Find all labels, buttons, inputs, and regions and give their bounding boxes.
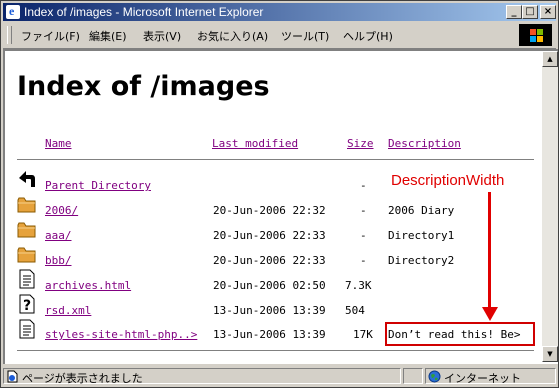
page-title: Index of /images	[17, 71, 270, 102]
row-description: 2006 Diary	[388, 204, 455, 217]
status-zone-cell: インターネット	[425, 368, 556, 385]
globe-icon	[428, 370, 441, 383]
scroll-up-arrow-icon[interactable]: ▲	[542, 51, 558, 67]
security-zone-label: インターネット	[444, 372, 521, 385]
windows-logo-icon	[519, 24, 552, 46]
row-description: Directory1	[388, 229, 455, 242]
header-divider	[17, 159, 534, 161]
unknown-file-icon: ?	[19, 294, 35, 314]
row-size: -	[360, 229, 367, 242]
menu-help[interactable]: ヘルプ(H)	[343, 28, 393, 44]
folder-icon	[17, 197, 36, 213]
footer-divider	[17, 350, 534, 352]
status-bar: ページが表示されました インターネット	[3, 366, 556, 386]
annotation-arrow-head	[482, 307, 498, 321]
text-file-icon	[19, 319, 35, 339]
column-header-size[interactable]: Size	[347, 137, 374, 150]
title-bar: e Index of /images - Microsoft Internet …	[3, 3, 556, 21]
row-name-link[interactable]: archives.html	[45, 279, 131, 292]
close-button[interactable]: ×	[540, 5, 556, 19]
row-name-link[interactable]: bbb/	[45, 254, 72, 267]
menu-tools[interactable]: ツール(T)	[281, 28, 329, 44]
maximize-button[interactable]: □	[522, 5, 538, 19]
menu-favorites[interactable]: お気に入り(A)	[197, 28, 268, 44]
back-arrow-icon	[19, 171, 35, 187]
status-message-cell: ページが表示されました	[3, 368, 401, 385]
row-modified: 20-Jun-2006 02:50	[213, 279, 326, 292]
row-size: -	[360, 204, 367, 217]
vertical-scrollbar[interactable]: ▲ ▼	[542, 51, 558, 362]
row-modified: 20-Jun-2006 22:33	[213, 229, 326, 242]
menu-view[interactable]: 表示(V)	[143, 28, 181, 44]
row-modified: 13-Jun-2006 13:39	[213, 304, 326, 317]
folder-icon	[17, 247, 36, 263]
annotation-highlight-box	[385, 322, 535, 346]
row-size: 504	[345, 304, 365, 317]
menu-edit[interactable]: 編集(E)	[89, 28, 127, 44]
row-name-link[interactable]: rsd.xml	[45, 304, 91, 317]
row-name-link[interactable]: aaa/	[45, 229, 72, 242]
svg-text:?: ?	[23, 298, 31, 314]
row-modified: 13-Jun-2006 13:39	[213, 328, 326, 341]
row-description: Directory2	[388, 254, 455, 267]
annotation-arrow-shaft	[488, 192, 491, 310]
status-text: ページが表示されました	[22, 372, 143, 385]
annotation-label: DescriptionWidth	[391, 172, 505, 189]
window-title: Index of /images - Microsoft Internet Ex…	[24, 5, 264, 19]
row-name-link[interactable]: 2006/	[45, 204, 78, 217]
page-icon	[7, 370, 18, 383]
row-size: 17K	[353, 328, 373, 341]
minimize-button[interactable]: _	[506, 5, 522, 19]
row-size: -	[360, 179, 367, 192]
row-size: -	[360, 254, 367, 267]
row-size: 7.3K	[345, 279, 372, 292]
status-empty-cell	[403, 368, 423, 384]
row-modified: 20-Jun-2006 22:32	[213, 204, 326, 217]
column-header-description[interactable]: Description	[388, 137, 461, 150]
browser-window: e Index of /images - Microsoft Internet …	[0, 0, 559, 388]
menu-bar: ファイル(F) 編集(E) 表示(V) お気に入り(A) ツール(T) ヘルプ(…	[3, 22, 556, 49]
column-header-name[interactable]: Name	[45, 137, 72, 150]
page-content: Index of /images Name Last modified Size…	[3, 49, 558, 364]
row-modified: 20-Jun-2006 22:33	[213, 254, 326, 267]
folder-icon	[17, 222, 36, 238]
internet-explorer-icon: e	[6, 4, 20, 19]
text-file-icon	[19, 269, 35, 289]
row-name-link[interactable]: styles-site-html-php..>	[45, 328, 197, 341]
row-name-link[interactable]: Parent Directory	[45, 179, 151, 192]
column-header-last-modified[interactable]: Last modified	[212, 137, 298, 150]
scroll-down-arrow-icon[interactable]: ▼	[542, 346, 558, 362]
menu-file[interactable]: ファイル(F)	[21, 28, 80, 44]
toolbar-grip[interactable]	[7, 26, 12, 44]
